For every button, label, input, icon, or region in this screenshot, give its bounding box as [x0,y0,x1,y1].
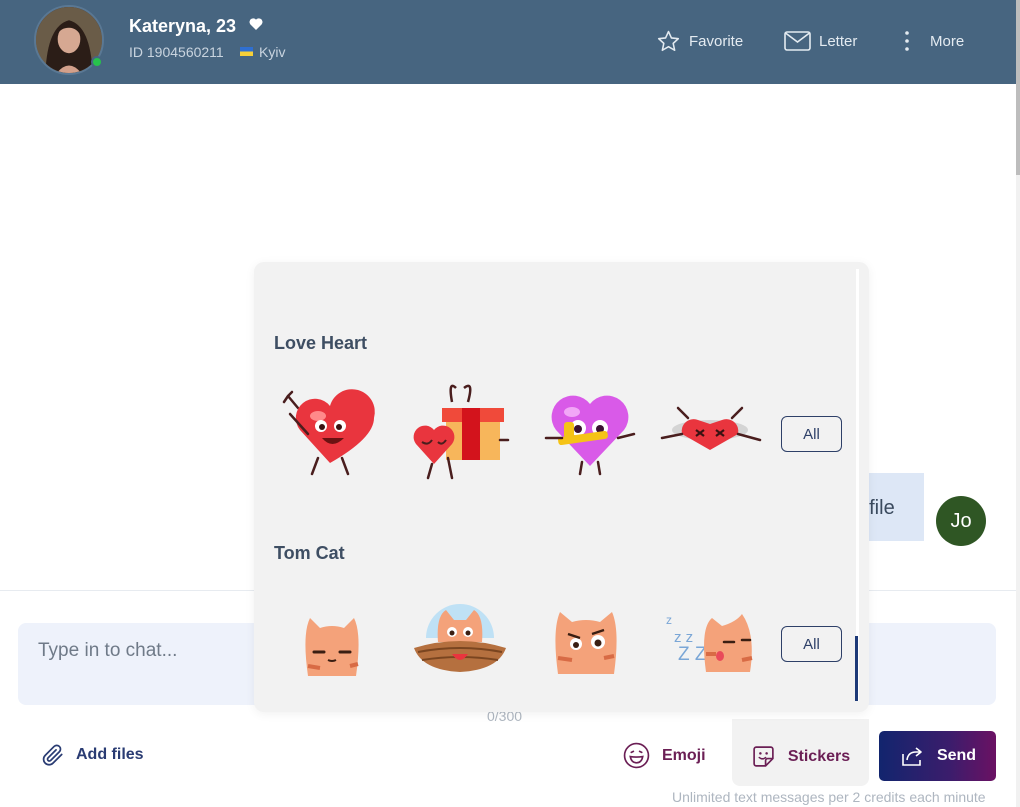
tom-cat-all-button[interactable]: All [781,626,842,662]
chat-header [0,0,1016,84]
sticker-surprised-cat[interactable] [534,594,638,698]
sticker-icon [753,746,774,767]
emoji-button[interactable]: Emoji [623,742,706,769]
send-button[interactable]: Send [879,731,996,781]
favorite-button[interactable]: Favorite [656,26,743,56]
profile-name[interactable]: Kateryna, 23 [129,16,236,37]
profile-id: ID 1904560211 [129,44,224,60]
ukraine-flag-icon [240,47,253,56]
my-avatar[interactable]: Jo [936,496,986,546]
svg-text:Z Z: Z Z [678,644,707,665]
letter-button[interactable]: Letter [784,26,857,56]
favorite-label: Favorite [689,32,744,50]
letter-label: Letter [819,32,858,50]
sticker-cat-in-nest[interactable] [408,594,512,698]
sticker-section-title: Love Heart [274,333,368,353]
star-icon [657,30,680,51]
love-heart-all-button[interactable]: All [781,416,842,452]
add-files-label: Add files [76,746,144,763]
sticker-heart-with-bandage[interactable] [538,378,642,482]
sticker-heart-eyes-crossed[interactable] [658,378,762,482]
more-vertical-icon [905,31,909,51]
stickers-button[interactable]: Stickers [732,719,869,786]
envelope-icon [784,31,811,51]
stickers-label: Stickers [787,747,851,765]
smiley-icon [623,742,650,769]
sticker-sleeping-cat[interactable]: z z z Z Z [662,594,766,698]
pricing-footnote: Unlimited text messages per 2 credits ea… [672,789,986,805]
sticker-heart-with-gift[interactable] [408,378,512,482]
sticker-section-title: Tom Cat [274,543,345,563]
sticker-grumpy-cat[interactable] [280,594,384,698]
sticker-waving-heart[interactable] [278,378,382,482]
add-files-button[interactable]: Add files [40,742,144,768]
emoji-label: Emoji [662,746,706,764]
online-status-dot [91,56,103,68]
page-scrollbar-thumb[interactable] [1016,0,1020,175]
heart-icon[interactable] [248,16,264,32]
more-label: More [930,32,965,50]
profile-city: Kyiv [259,44,286,60]
paperclip-icon [42,744,63,766]
sticker-panel-scrollbar-thumb[interactable] [855,636,858,701]
more-button[interactable]: More [898,26,964,56]
send-share-icon [902,747,922,766]
svg-text:z: z [666,613,672,627]
send-label: Send [936,747,977,764]
